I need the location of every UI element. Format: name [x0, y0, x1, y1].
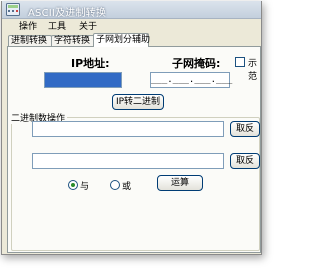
- menu-operate[interactable]: 操作: [19, 19, 37, 32]
- menu-about[interactable]: 关于: [79, 19, 97, 32]
- binary-input-1[interactable]: [32, 121, 224, 137]
- mask-label: 子网掩码:: [172, 57, 221, 70]
- tab-subnet-helper[interactable]: 子网划分辅助: [93, 33, 150, 47]
- subnet-mask-input[interactable]: ___.___.___.___: [150, 72, 232, 88]
- invert-button-2[interactable]: 取反: [230, 153, 260, 169]
- menu-tools[interactable]: 工具: [48, 19, 66, 32]
- menu-bar: 操作 工具 关于: [2, 18, 261, 32]
- example-label: 示范: [248, 59, 258, 82]
- binary-ops-group: 二进制数操作 取反 取反 与 或 运算: [11, 111, 260, 251]
- and-label: 与: [80, 182, 90, 192]
- or-label: 或: [122, 182, 132, 192]
- ip-to-binary-button[interactable]: IP转二进制: [112, 94, 164, 110]
- app-window: ASCII及进制转换 操作 工具 关于 进制转换 字符转换 子网划分辅助 IP地…: [1, 1, 262, 255]
- example-checkbox[interactable]: [235, 57, 245, 67]
- or-radio[interactable]: [110, 180, 120, 190]
- ip-label: IP地址:: [71, 57, 110, 70]
- subnet-panel: IP地址: 子网掩码: 示范 ___.___.___.___ IP转二进制 二进…: [7, 46, 261, 253]
- title-bar[interactable]: ASCII及进制转换: [2, 1, 261, 19]
- binary-input-2[interactable]: [32, 153, 224, 169]
- invert-button-1[interactable]: 取反: [230, 121, 260, 137]
- compute-button[interactable]: 运算: [157, 175, 203, 191]
- ip-address-input[interactable]: [44, 72, 122, 88]
- and-radio[interactable]: [68, 180, 78, 190]
- window-title: ASCII及进制转换: [28, 8, 107, 19]
- calculator-icon: [6, 3, 20, 16]
